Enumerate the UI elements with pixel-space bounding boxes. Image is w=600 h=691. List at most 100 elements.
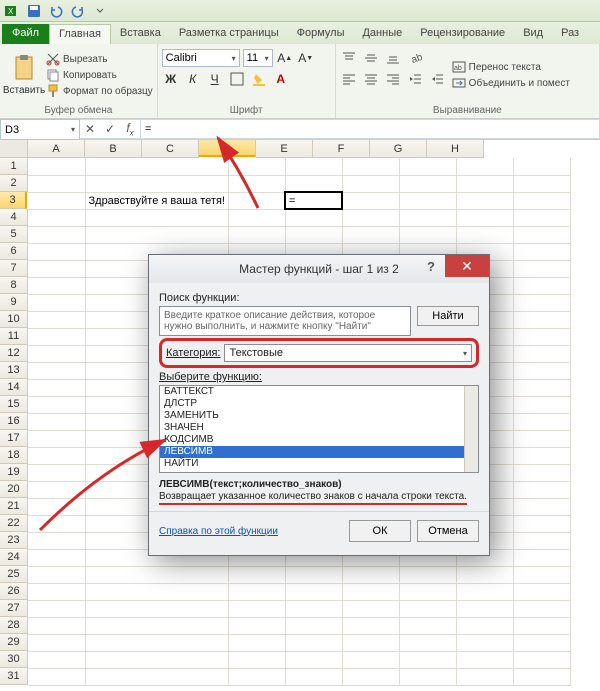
shrink-font-button[interactable]: A▼ [297, 49, 315, 67]
cell[interactable] [228, 668, 285, 685]
cell[interactable] [85, 209, 228, 226]
column-header[interactable]: G [370, 140, 427, 158]
search-function-input[interactable]: Введите краткое описание действия, котор… [159, 306, 411, 336]
cell[interactable] [85, 651, 228, 668]
cell[interactable] [513, 328, 570, 345]
tab-insert[interactable]: Вставка [111, 24, 170, 44]
align-middle-button[interactable] [362, 49, 380, 67]
cell[interactable] [513, 226, 570, 243]
row-header[interactable]: 21 [0, 498, 28, 515]
cell[interactable] [228, 209, 285, 226]
tab-home[interactable]: Главная [49, 24, 111, 44]
cell[interactable] [85, 158, 228, 175]
cell[interactable] [513, 311, 570, 328]
cell[interactable] [456, 209, 513, 226]
cell[interactable] [513, 260, 570, 277]
cancel-button[interactable]: Отмена [417, 520, 479, 542]
cell[interactable] [228, 583, 285, 600]
cell[interactable] [513, 345, 570, 362]
cell[interactable] [513, 447, 570, 464]
cell[interactable] [28, 668, 85, 685]
row-header[interactable]: 24 [0, 549, 28, 566]
format-painter-button[interactable]: Формат по образцу [46, 84, 153, 98]
cell[interactable] [342, 600, 399, 617]
cell[interactable] [228, 175, 285, 192]
cell[interactable] [456, 634, 513, 651]
dialog-title-bar[interactable]: Мастер функций - шаг 1 из 2 ? ✕ [149, 255, 489, 283]
cell[interactable] [285, 209, 342, 226]
cell[interactable] [28, 362, 85, 379]
cell[interactable] [228, 634, 285, 651]
cell[interactable] [28, 447, 85, 464]
align-left-button[interactable] [340, 70, 358, 88]
cell[interactable] [342, 226, 399, 243]
cell[interactable] [28, 617, 85, 634]
cell[interactable] [228, 651, 285, 668]
underline-button[interactable]: Ч [206, 70, 224, 88]
row-header[interactable]: 22 [0, 515, 28, 532]
cell[interactable]: = [285, 192, 342, 209]
row-header[interactable]: 20 [0, 481, 28, 498]
cell[interactable] [285, 566, 342, 583]
tab-view[interactable]: Вид [514, 24, 552, 44]
cell[interactable] [513, 430, 570, 447]
cell[interactable] [456, 651, 513, 668]
cell[interactable] [28, 549, 85, 566]
row-header[interactable]: 25 [0, 566, 28, 583]
function-list-item[interactable]: ДЛСТР [160, 398, 478, 410]
function-list-item[interactable]: БАТТЕКСТ [160, 386, 478, 398]
function-list-item[interactable]: ЗНАЧЕН [160, 422, 478, 434]
cell[interactable] [28, 396, 85, 413]
cell[interactable] [456, 668, 513, 685]
cell[interactable] [85, 175, 228, 192]
font-color-button[interactable]: A [272, 70, 290, 88]
cut-button[interactable]: Вырезать [46, 52, 153, 66]
cell[interactable] [28, 294, 85, 311]
file-tab[interactable]: Файл [2, 24, 49, 44]
function-list[interactable]: БАТТЕКСТДЛСТРЗАМЕНИТЬЗНАЧЕНКОДСИМВЛЕВСИМ… [159, 385, 479, 473]
find-button[interactable]: Найти [417, 306, 479, 326]
cell[interactable] [28, 651, 85, 668]
cell[interactable] [513, 600, 570, 617]
cancel-edit-button[interactable]: ✕ [80, 120, 100, 139]
cell[interactable] [342, 651, 399, 668]
row-header[interactable]: 6 [0, 243, 28, 260]
row-header[interactable]: 14 [0, 379, 28, 396]
cell[interactable] [513, 668, 570, 685]
row-header[interactable]: 16 [0, 413, 28, 430]
insert-function-button[interactable]: fx [120, 120, 140, 139]
scrollbar[interactable] [464, 386, 478, 472]
cell[interactable] [28, 277, 85, 294]
cell[interactable] [28, 158, 85, 175]
row-header[interactable]: 28 [0, 617, 28, 634]
cell[interactable] [228, 226, 285, 243]
cell[interactable] [285, 668, 342, 685]
row-header[interactable]: 11 [0, 328, 28, 345]
cell[interactable] [399, 566, 456, 583]
tab-formulas[interactable]: Формулы [288, 24, 354, 44]
cell[interactable] [399, 158, 456, 175]
cell[interactable] [285, 600, 342, 617]
cell[interactable] [399, 192, 456, 209]
cell[interactable] [513, 396, 570, 413]
indent-increase-button[interactable] [428, 70, 446, 88]
cell[interactable] [456, 600, 513, 617]
cell[interactable] [513, 583, 570, 600]
redo-icon[interactable] [70, 3, 86, 19]
cell[interactable] [28, 175, 85, 192]
cell[interactable] [85, 668, 228, 685]
row-header[interactable]: 12 [0, 345, 28, 362]
row-header[interactable]: 23 [0, 532, 28, 549]
indent-decrease-button[interactable] [406, 70, 424, 88]
cell[interactable] [456, 583, 513, 600]
cell[interactable] [342, 192, 399, 209]
cell[interactable] [28, 379, 85, 396]
ok-button[interactable]: ОК [349, 520, 411, 542]
font-size-select[interactable]: 11▾ [243, 49, 273, 67]
column-header[interactable]: B [85, 140, 142, 158]
cell[interactable] [342, 583, 399, 600]
cell[interactable] [85, 226, 228, 243]
cell[interactable] [342, 617, 399, 634]
tab-review[interactable]: Рецензирование [411, 24, 514, 44]
cell[interactable] [513, 549, 570, 566]
